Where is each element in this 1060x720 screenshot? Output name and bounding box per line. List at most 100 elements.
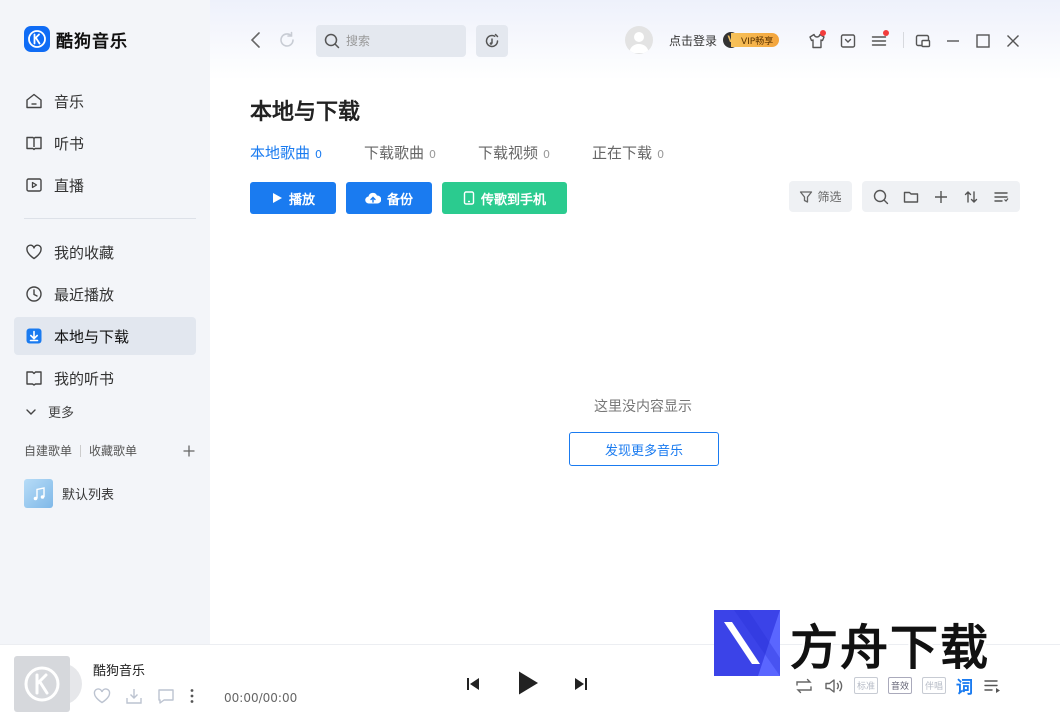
search-list-icon[interactable]	[870, 186, 892, 208]
close-icon[interactable]	[1002, 30, 1024, 52]
watermark-text: 方舟下载	[790, 620, 991, 676]
album-cover[interactable]	[14, 656, 70, 712]
mini-mode-icon[interactable]	[837, 30, 859, 52]
comment-icon[interactable]	[157, 688, 175, 704]
refresh-icon[interactable]	[276, 28, 298, 52]
transfer-to-phone-button[interactable]: 传歌到手机	[442, 182, 567, 214]
sidebar-divider	[24, 218, 196, 219]
discover-more-button[interactable]: 发现更多音乐	[569, 432, 719, 466]
play-icon	[271, 192, 283, 204]
volume-icon[interactable]	[824, 677, 844, 695]
tab-count: 0	[429, 148, 437, 161]
sidebar-item-recent[interactable]: 最近播放	[14, 275, 196, 313]
playlist-cover	[24, 479, 53, 508]
tab-count: 0	[315, 148, 323, 161]
tab-downloading[interactable]: 正在下载 0	[592, 142, 664, 163]
sidebar-item-audiobook[interactable]: 听书	[14, 124, 196, 162]
action-buttons: 播放 备份 传歌到手机	[250, 182, 567, 214]
search-input[interactable]	[346, 34, 456, 48]
accompany-button[interactable]: 伴唱	[922, 677, 947, 694]
phone-icon	[463, 191, 475, 205]
list-tools	[862, 181, 1020, 212]
download-icon	[24, 326, 44, 346]
heart-icon	[24, 242, 44, 262]
list-manage-icon[interactable]	[990, 186, 1012, 208]
listen-identify-button[interactable]	[476, 25, 508, 57]
sidebar-item-label: 我的收藏	[54, 243, 115, 262]
restore-window-icon[interactable]	[912, 30, 934, 52]
sidebar-item-live[interactable]: 直播	[14, 166, 196, 204]
login-link[interactable]: 点击登录	[669, 32, 717, 49]
like-icon[interactable]	[93, 688, 111, 704]
menu-icon[interactable]	[868, 30, 890, 52]
sidebar-item-favorites[interactable]: 我的收藏	[14, 233, 196, 271]
tab-label: 下载歌曲	[364, 144, 425, 162]
previous-track-icon[interactable]	[462, 673, 484, 695]
add-icon[interactable]	[930, 186, 952, 208]
playlist-tabs: 自建歌单 收藏歌单	[24, 442, 196, 459]
content-tabs: 本地歌曲 0 下载歌曲 0 下载视频 0 正在下载 0	[250, 142, 664, 163]
watermark: 方舟下载	[714, 608, 990, 678]
more-vertical-icon[interactable]	[189, 688, 195, 704]
notification-dot	[820, 30, 826, 36]
song-title: 酷狗音乐	[93, 664, 146, 679]
tab-collected-playlists[interactable]: 收藏歌单	[89, 442, 137, 459]
chevron-down-icon	[24, 405, 38, 419]
tab-label: 本地歌曲	[250, 144, 311, 162]
download-song-icon[interactable]	[125, 687, 143, 705]
filter-label: 筛选	[817, 190, 842, 204]
filter-button[interactable]: 筛选	[789, 181, 852, 212]
sidebar-item-local-download[interactable]: 本地与下载	[14, 317, 196, 355]
home-icon	[24, 91, 44, 111]
next-track-icon[interactable]	[570, 673, 592, 695]
more-label: 更多	[48, 406, 75, 421]
filter-icon	[799, 190, 813, 204]
sidebar-item-my-audiobooks[interactable]: 我的听书	[14, 359, 196, 397]
minimize-icon[interactable]	[942, 30, 964, 52]
playlist-queue-icon[interactable]	[983, 677, 1003, 695]
tab-separator	[80, 444, 82, 457]
sidebar: 酷狗音乐 音乐 听书 直播 我的收藏 最近播放 本地与下载 我的听书 更多 自建…	[0, 0, 210, 644]
repeat-icon[interactable]	[794, 677, 814, 695]
button-label: 备份	[386, 192, 413, 208]
music-note-icon	[33, 486, 45, 500]
tab-downloaded-videos[interactable]: 下载视频 0	[478, 142, 550, 163]
playlist-item-default[interactable]: 默认列表	[24, 479, 114, 508]
open-book-icon	[24, 368, 44, 388]
more-toggle[interactable]: 更多	[24, 402, 74, 421]
live-icon	[24, 175, 44, 195]
playlist-label: 默认列表	[62, 488, 115, 503]
clock-icon	[24, 284, 44, 304]
search-icon	[324, 33, 340, 49]
header-separator	[903, 32, 904, 48]
playback-time: 00:00/00:00	[224, 691, 298, 705]
sidebar-item-music[interactable]: 音乐	[14, 82, 196, 120]
notification-dot	[883, 30, 889, 36]
maximize-icon[interactable]	[972, 30, 994, 52]
back-icon[interactable]	[246, 28, 266, 52]
empty-state-text: 这里没内容显示	[594, 399, 692, 415]
song-actions	[93, 687, 195, 705]
page-title: 本地与下载	[250, 100, 361, 125]
tab-count: 0	[657, 148, 665, 161]
folder-icon[interactable]	[900, 186, 922, 208]
tab-local-songs[interactable]: 本地歌曲 0	[250, 142, 322, 163]
quality-standard-button[interactable]: 标准	[854, 677, 879, 694]
sound-effect-button[interactable]: 音效	[888, 677, 913, 694]
sidebar-item-label: 我的听书	[54, 369, 115, 388]
avatar[interactable]	[625, 26, 653, 54]
backup-button[interactable]: 备份	[346, 182, 432, 214]
sort-icon[interactable]	[960, 186, 982, 208]
tab-downloaded-songs[interactable]: 下载歌曲 0	[364, 142, 436, 163]
sidebar-item-label: 直播	[54, 176, 85, 195]
play-all-button[interactable]: 播放	[250, 182, 336, 214]
kugou-logo-icon	[24, 666, 60, 702]
song-recognition-icon	[485, 33, 499, 48]
vip-badge[interactable]: V VIP畅享	[723, 32, 780, 48]
skin-icon[interactable]	[806, 30, 828, 52]
add-playlist-icon[interactable]	[182, 444, 196, 458]
play-pause-icon[interactable]	[512, 667, 544, 699]
search-box[interactable]	[316, 25, 466, 57]
tab-created-playlists[interactable]: 自建歌单	[24, 442, 72, 459]
app-logo[interactable]: 酷狗音乐	[24, 26, 128, 52]
